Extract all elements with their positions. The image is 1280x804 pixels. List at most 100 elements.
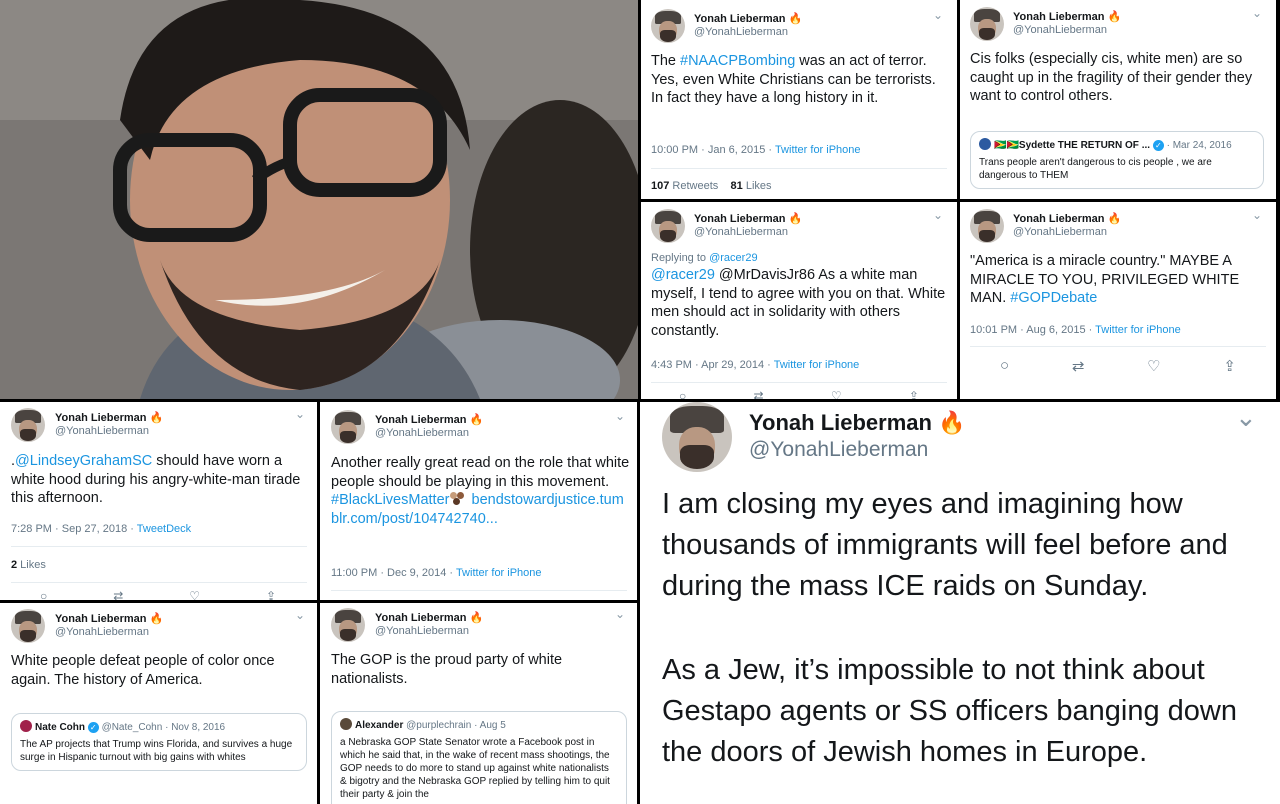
avatar[interactable]	[11, 609, 45, 643]
heart-icon[interactable]: ♡	[831, 389, 842, 399]
avatar[interactable]	[651, 209, 685, 243]
avatar[interactable]	[970, 209, 1004, 243]
chevron-down-icon[interactable]: ⌄	[615, 607, 625, 621]
quoted-tweet[interactable]: Nate Cohn ✓ @Nate_Cohn · Nov 8, 2016 The…	[11, 713, 307, 771]
fire-icon: 🔥	[788, 13, 803, 25]
chevron-down-icon[interactable]: ⌄	[933, 8, 943, 22]
user-handle: @YonahLieberman	[375, 625, 469, 637]
chevron-down-icon[interactable]: ⌄	[1252, 208, 1262, 222]
tweet-card-reply[interactable]: Yonah Lieberman 🔥 @YonahLieberman ⌄ Repl…	[641, 202, 957, 399]
hashtag-link[interactable]: #BlackLivesMatter	[331, 492, 449, 508]
fire-icon: 🔥	[149, 412, 164, 424]
retweet-icon[interactable]: ⇄	[113, 589, 123, 600]
quote-name: Alexander	[355, 720, 404, 731]
avatar[interactable]	[331, 410, 365, 444]
user-handle: @YonahLieberman	[55, 626, 149, 638]
tweet-card-cis[interactable]: Yonah Lieberman 🔥 @YonahLieberman ⌄ Cis …	[960, 0, 1276, 199]
portrait-image	[0, 0, 638, 399]
tweet-text: .@LindseyGrahamSC should have worn a whi…	[11, 453, 301, 507]
fire-icon: 🔥	[938, 410, 966, 435]
reply-icon[interactable]: ○	[679, 389, 686, 399]
user-name[interactable]: Yonah Lieberman 🔥	[749, 410, 966, 436]
tweet-source[interactable]: Twitter for iPhone	[1095, 324, 1181, 336]
avatar[interactable]	[651, 9, 685, 43]
user-name[interactable]: Yonah Lieberman 🔥	[55, 411, 163, 424]
chevron-down-icon[interactable]: ⌄	[1235, 402, 1257, 433]
avatar[interactable]	[662, 402, 732, 472]
user-name[interactable]: Yonah Lieberman 🔥	[1013, 10, 1121, 23]
quote-name: Sydette THE RETURN OF ...	[1018, 140, 1151, 151]
quote-date: · Mar 24, 2016	[1166, 140, 1232, 151]
tweet-source[interactable]: Twitter for iPhone	[456, 567, 542, 579]
mention-link[interactable]: @LindseyGrahamSC	[15, 453, 152, 469]
avatar[interactable]	[970, 7, 1004, 41]
share-icon[interactable]: ⇪	[1223, 357, 1236, 375]
fire-icon: 🔥	[788, 213, 803, 225]
tweet-text: The GOP is the proud party of white nati…	[331, 652, 563, 687]
tweet-card-blm[interactable]: Yonah Lieberman 🔥 @YonahLieberman ⌄ Anot…	[320, 402, 637, 600]
tweet-card-florida[interactable]: Yonah Lieberman 🔥 @YonahLieberman ⌄ Whit…	[0, 603, 317, 804]
tweet-timestamp: 4:43 PM · Apr 29, 2014 · Twitter for iPh…	[651, 359, 860, 371]
avatar[interactable]	[11, 408, 45, 442]
tweet-card-graham[interactable]: Yonah Lieberman 🔥 @YonahLieberman ⌄ .@Li…	[0, 402, 317, 600]
reply-icon[interactable]: ○	[1000, 357, 1009, 375]
user-name[interactable]: Yonah Lieberman 🔥	[375, 413, 483, 426]
mention-link[interactable]: @racer29	[651, 267, 715, 283]
tweet-timestamp: 10:01 PM · Aug 6, 2015 · Twitter for iPh…	[970, 324, 1181, 336]
hashtag-link[interactable]: #GOPDebate	[1010, 290, 1097, 306]
quote-name: Nate Cohn	[35, 722, 85, 733]
retweet-icon[interactable]: ⇄	[1072, 357, 1085, 375]
tweet-timestamp: 10:00 PM · Jan 6, 2015 · Twitter for iPh…	[651, 144, 861, 156]
tweet-actions: ○ ⇄ ♡ ⇪	[1000, 357, 1236, 375]
tweet-stats: 107 Retweets 81 Likes	[651, 180, 772, 192]
user-name[interactable]: Yonah Lieberman 🔥	[1013, 212, 1121, 225]
quote-avatar	[340, 718, 352, 730]
tweet-source[interactable]: TweetDeck	[137, 523, 191, 535]
tweet-text: @racer29 @MrDavisJr86 As a white man mys…	[651, 267, 946, 340]
fire-icon: 🔥	[469, 612, 484, 624]
user-handle: @YonahLieberman	[694, 226, 788, 238]
tweet-stats: 2 Likes	[11, 559, 46, 571]
fire-icon: 🔥	[1107, 213, 1122, 225]
replying-to: Replying to @racer29	[651, 252, 758, 264]
chevron-down-icon[interactable]: ⌄	[1252, 6, 1262, 20]
user-handle: @YonahLieberman	[375, 427, 469, 439]
hashtag-link[interactable]: #NAACPBombing	[680, 53, 795, 69]
share-icon[interactable]: ⇪	[909, 389, 919, 399]
fire-icon: 🔥	[469, 414, 484, 426]
chevron-down-icon[interactable]: ⌄	[933, 208, 943, 222]
tweet-card-ice-raids[interactable]: Yonah Lieberman 🔥 @YonahLieberman ⌄ I am…	[640, 402, 1280, 804]
quote-avatar	[20, 720, 32, 732]
quoted-tweet[interactable]: Alexander @purplechrain · Aug 5 a Nebras…	[331, 711, 627, 804]
avatar[interactable]	[331, 608, 365, 642]
reply-icon[interactable]: ○	[40, 589, 47, 600]
tweet-text-paragraph-2: As a Jew, it’s impossible to not think a…	[662, 654, 1238, 768]
verified-icon: ✓	[87, 722, 99, 733]
tweet-text: Cis folks (especially cis, white men) ar…	[970, 51, 1253, 105]
replying-to-link[interactable]: @racer29	[709, 252, 757, 264]
quote-avatar	[979, 138, 991, 150]
tweet-source[interactable]: Twitter for iPhone	[775, 144, 861, 156]
chevron-down-icon[interactable]: ⌄	[295, 407, 305, 421]
tweet-card-gopdebate[interactable]: Yonah Lieberman 🔥 @YonahLieberman ⌄ "Ame…	[960, 202, 1276, 399]
user-handle: @YonahLieberman	[1013, 226, 1107, 238]
retweet-icon[interactable]: ⇄	[754, 389, 764, 399]
tweet-timestamp: 7:28 PM · Sep 27, 2018 · TweetDeck	[11, 523, 192, 535]
user-name[interactable]: Yonah Lieberman 🔥	[55, 612, 163, 625]
share-icon[interactable]: ⇪	[266, 589, 276, 600]
tweet-source[interactable]: Twitter for iPhone	[774, 359, 860, 371]
user-name[interactable]: Yonah Lieberman 🔥	[694, 12, 802, 25]
quoted-tweet[interactable]: 🇬🇾🇬🇾Sydette THE RETURN OF ... ✓ · Mar 24…	[970, 131, 1264, 189]
chevron-down-icon[interactable]: ⌄	[615, 409, 625, 423]
tweet-text: I am closing my eyes and imagining how t…	[662, 488, 1228, 602]
tweet-card-naacp[interactable]: Yonah Lieberman 🔥 @YonahLieberman ⌄ The …	[641, 0, 957, 199]
chevron-down-icon[interactable]: ⌄	[295, 608, 305, 622]
quote-text: Trans people aren't dangerous to cis peo…	[979, 157, 1212, 181]
user-name[interactable]: Yonah Lieberman 🔥	[694, 212, 802, 225]
tweet-card-gop[interactable]: Yonah Lieberman 🔥 @YonahLieberman ⌄ The …	[320, 603, 637, 804]
heart-icon[interactable]: ♡	[189, 589, 200, 600]
heart-icon[interactable]: ♡	[1147, 357, 1160, 375]
user-handle: @YonahLieberman	[55, 425, 149, 437]
tweet-text: The #NAACPBombing was an act of terror. …	[651, 53, 936, 107]
user-name[interactable]: Yonah Lieberman 🔥	[375, 611, 483, 624]
